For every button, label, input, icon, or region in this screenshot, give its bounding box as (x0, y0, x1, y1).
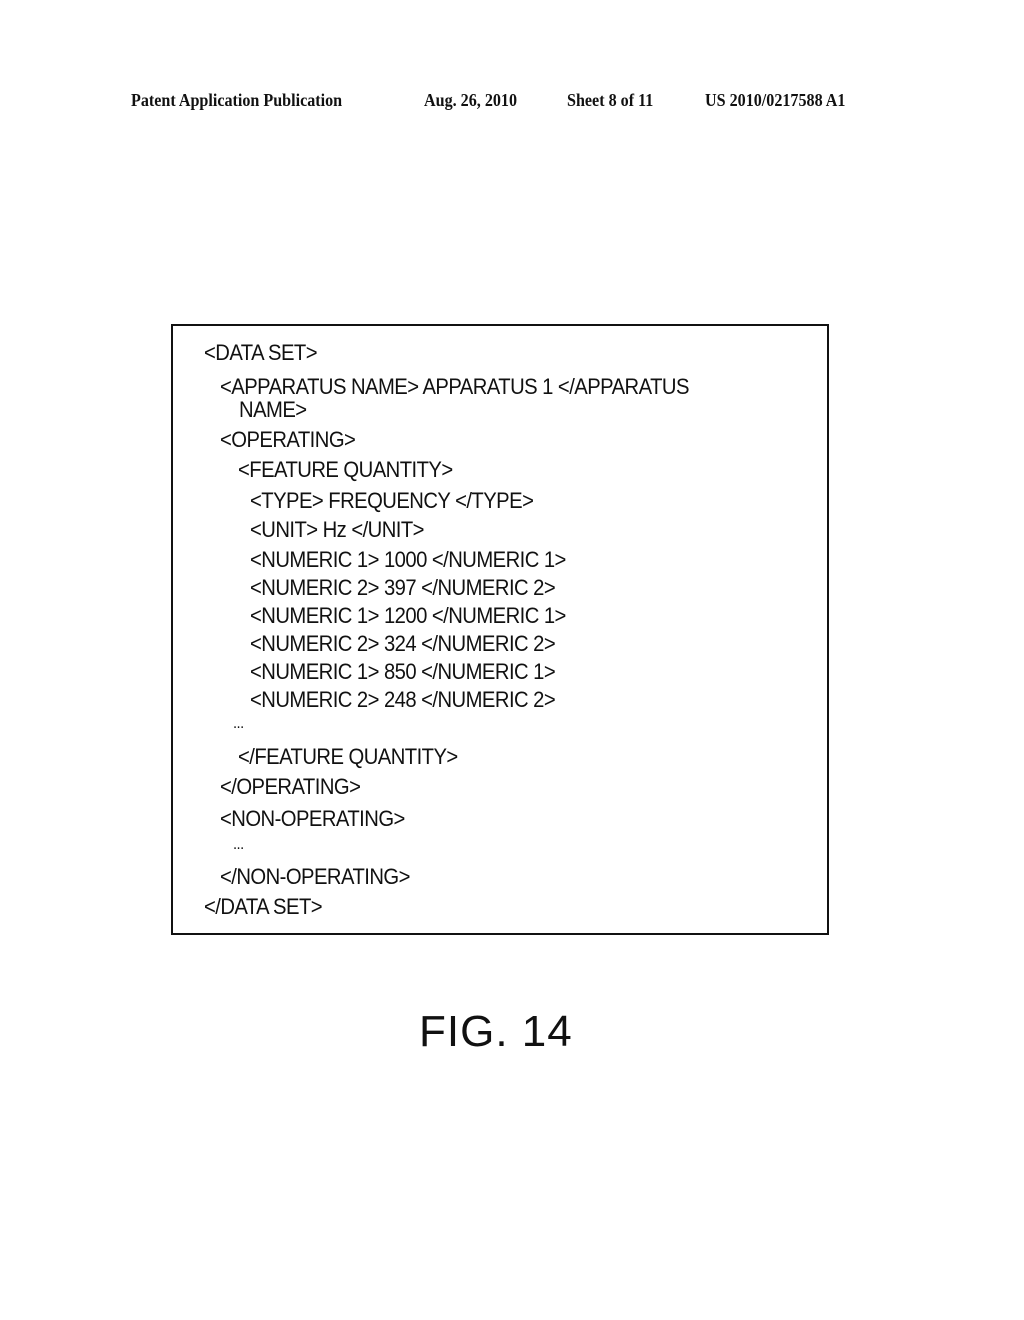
listing-line: <FEATURE QUANTITY> (238, 457, 453, 482)
listing-line: <NUMERIC 1> 1000 </NUMERIC 1> (250, 547, 566, 572)
publication-date: Aug. 26, 2010 (424, 90, 518, 110)
publication-type: Patent Application Publication (131, 90, 343, 110)
listing-line: <NUMERIC 2> 397 </NUMERIC 2> (250, 575, 556, 600)
listing-line: <NON-OPERATING> (220, 806, 405, 831)
listing-line: </OPERATING> (220, 774, 361, 799)
sheet-number: Sheet 8 of 11 (567, 90, 654, 110)
page-header: Patent Application Publication Aug. 26, … (0, 88, 1024, 114)
listing-line: <APPARATUS NAME> APPARATUS 1 </APPARATUS (220, 374, 689, 399)
listing-line: <NUMERIC 2> 248 </NUMERIC 2> (250, 687, 556, 712)
listing-line: NAME> (239, 397, 307, 422)
ellipsis: ... (233, 715, 244, 732)
listing-line: <NUMERIC 1> 850 </NUMERIC 1> (250, 659, 556, 684)
listing-line: <OPERATING> (220, 427, 356, 452)
listing-line: <NUMERIC 1> 1200 </NUMERIC 1> (250, 603, 566, 628)
listing-line: <NUMERIC 2> 324 </NUMERIC 2> (250, 631, 556, 656)
listing-line: </FEATURE QUANTITY> (238, 744, 458, 769)
listing-line: <DATA SET> (204, 340, 318, 365)
data-set-listing-box: <DATA SET> <APPARATUS NAME> APPARATUS 1 … (171, 324, 829, 935)
listing-line: <TYPE> FREQUENCY </TYPE> (250, 488, 534, 513)
ellipsis: ... (233, 836, 244, 853)
listing-line: </DATA SET> (204, 894, 323, 919)
patent-number: US 2010/0217588 A1 (705, 90, 846, 110)
listing-line: </NON-OPERATING> (220, 864, 410, 889)
figure-caption: FIG. 14 (419, 1007, 573, 1056)
listing-line: <UNIT> Hz </UNIT> (250, 517, 425, 542)
